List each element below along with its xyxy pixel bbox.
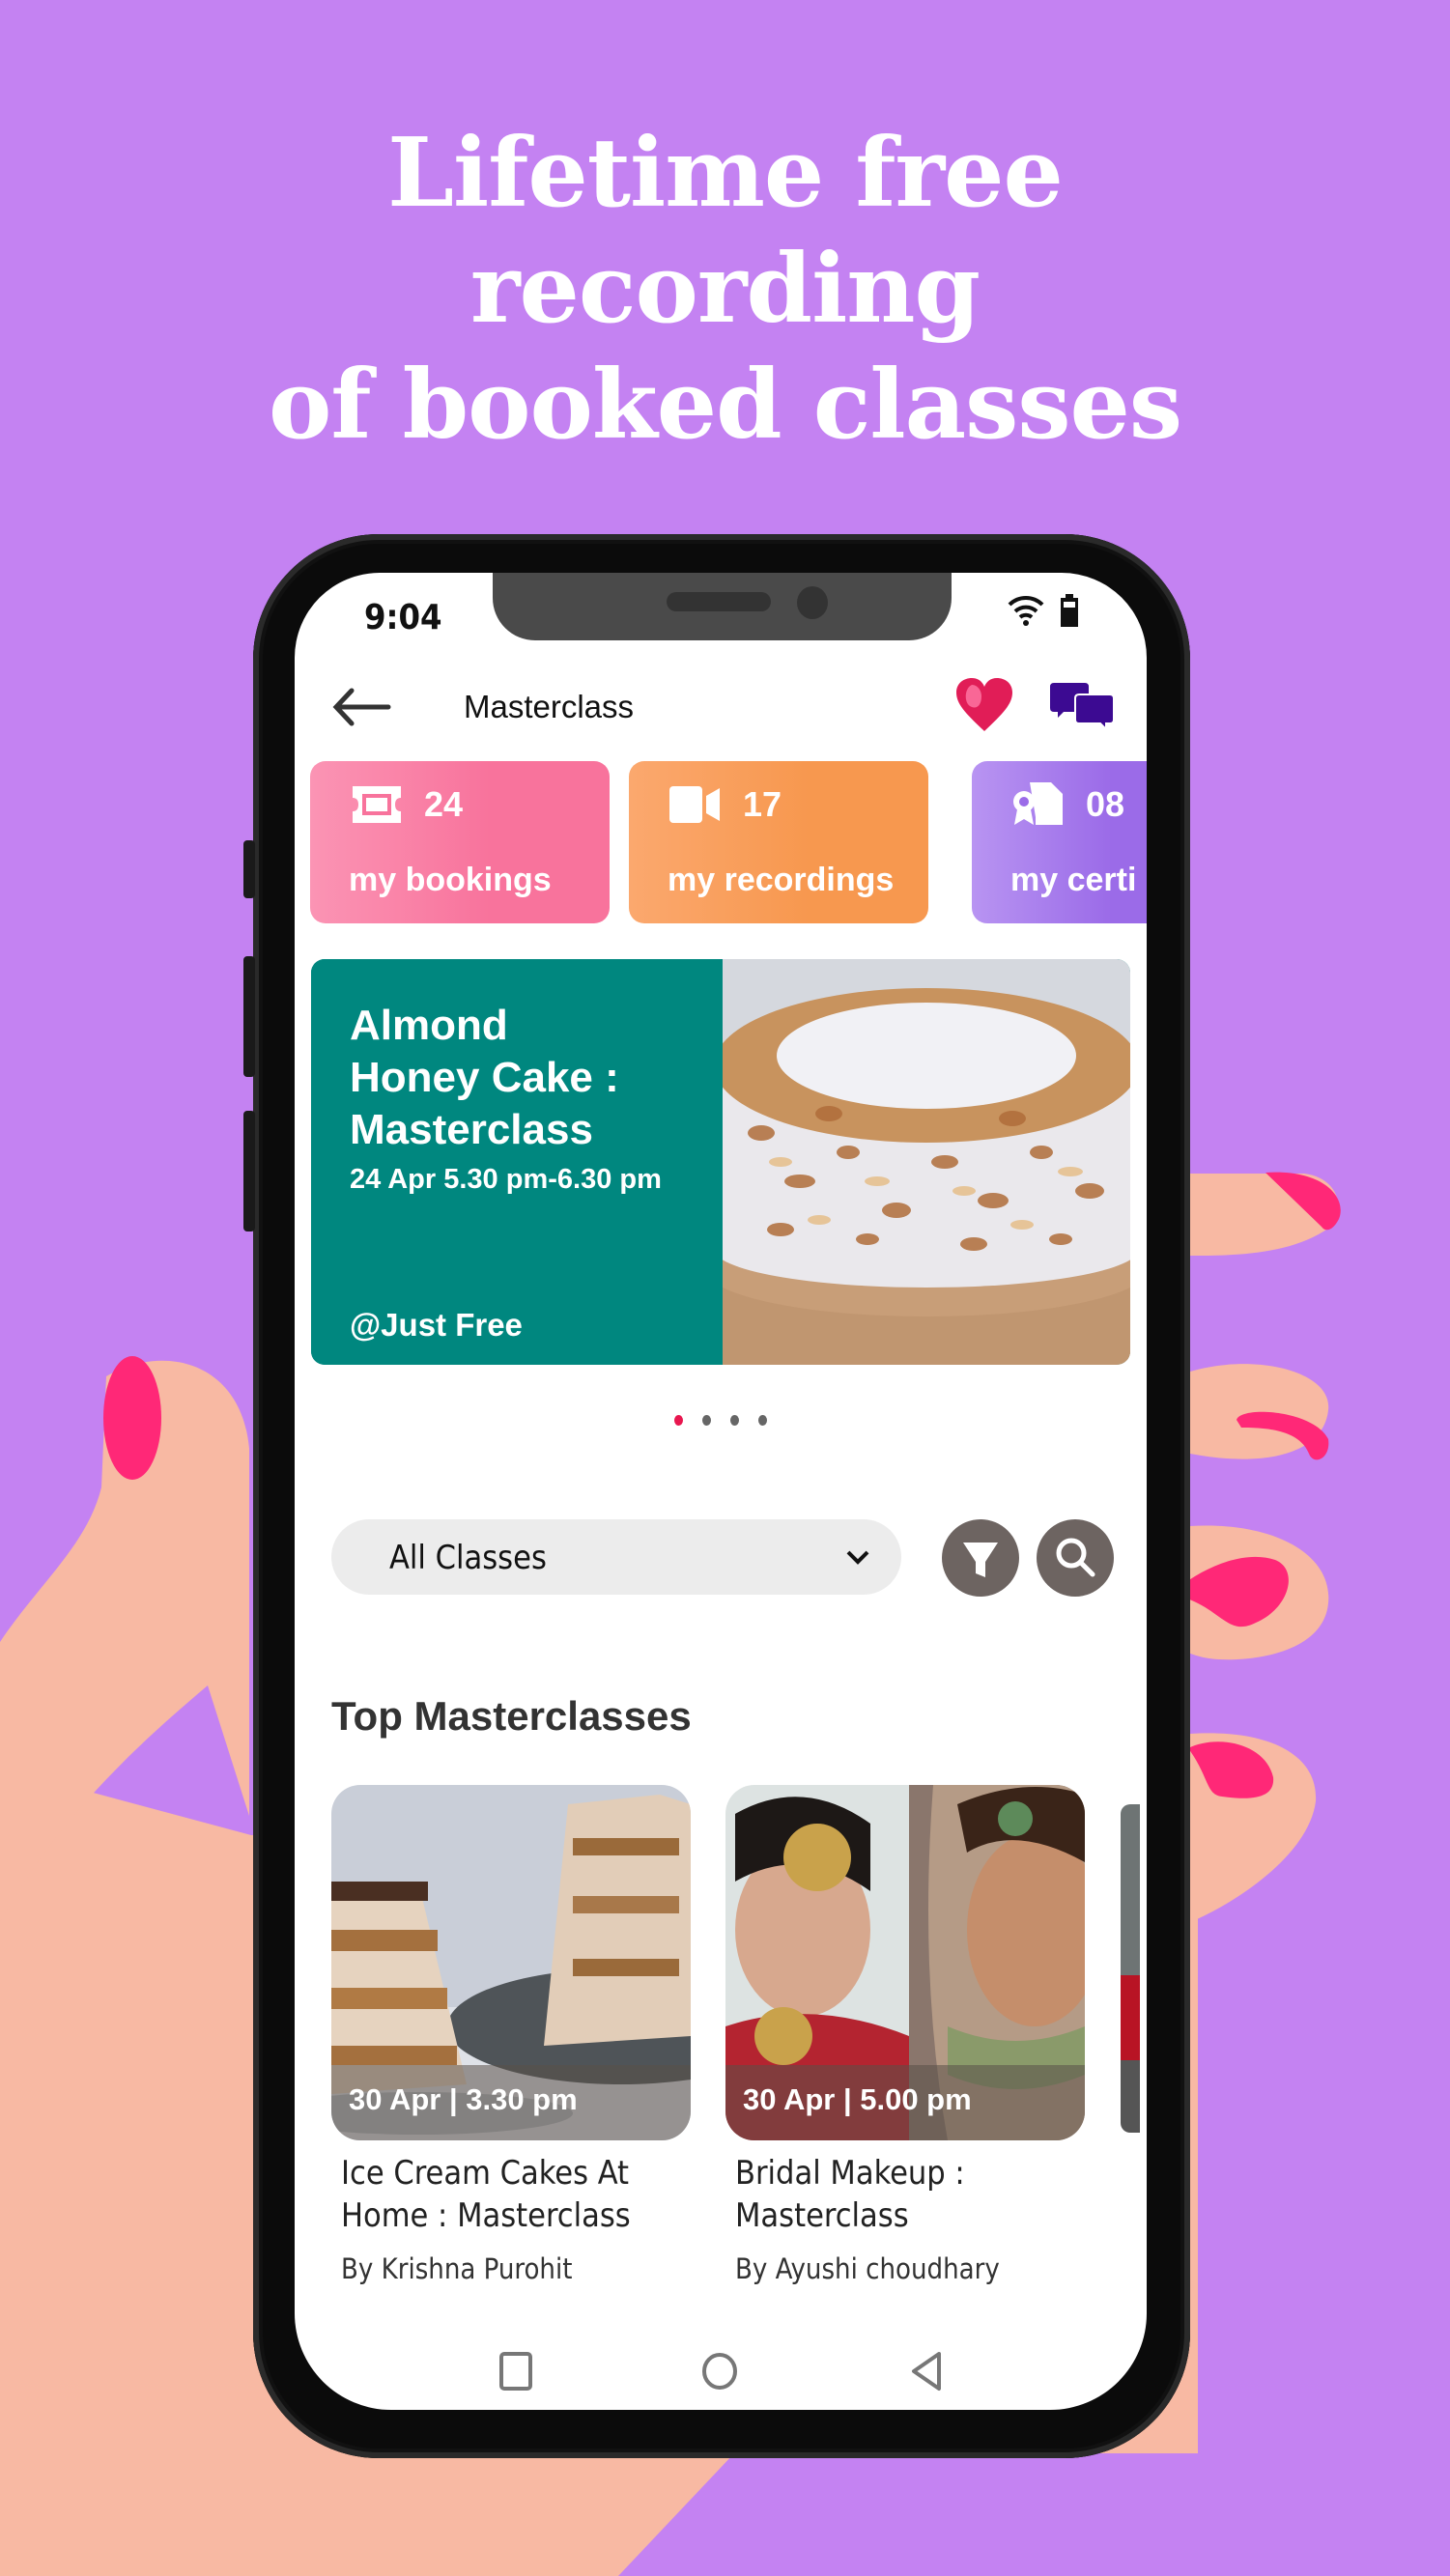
- card-title-line: Masterclass: [735, 2196, 909, 2235]
- masterclass-card[interactable]: 30 Apr | 3.30 pm Ice Cream Cakes At Home…: [331, 1785, 691, 2285]
- banner-title-line: Masterclass: [350, 1106, 593, 1153]
- section-title-top-masterclasses: Top Masterclasses: [331, 1693, 692, 1739]
- banner-price: @Just Free: [350, 1307, 523, 1343]
- app-bar: Masterclass: [295, 669, 1147, 747]
- stat-label: my certi: [1010, 862, 1137, 898]
- heart-icon[interactable]: [954, 677, 1014, 733]
- banner-title: Almond Honey Cake : Masterclass: [350, 1000, 619, 1156]
- banner-info: Almond Honey Cake : Masterclass 24 Apr 5…: [311, 959, 723, 1365]
- front-camera: [797, 586, 828, 619]
- card-date: 30 Apr | 5.00 pm: [725, 2065, 1085, 2140]
- card-image: 30 Apr | 3.30 pm: [331, 1785, 691, 2140]
- featured-banner[interactable]: Almond Honey Cake : Masterclass 24 Apr 5…: [311, 959, 1130, 1365]
- recents-icon[interactable]: [498, 2350, 536, 2392]
- card-title: Ice Cream Cakes At Home : Masterclass: [331, 2152, 691, 2237]
- arrow-left-icon[interactable]: [328, 683, 396, 731]
- stat-card-certificates[interactable]: 08 my certi: [972, 761, 1147, 923]
- system-nav-bar: [295, 2340, 1147, 2398]
- card-title-line: Bridal Makeup :: [735, 2154, 965, 2193]
- stat-count: 24: [424, 784, 464, 824]
- almond-cake-image: [723, 959, 1130, 1365]
- phone-notch: [493, 573, 952, 640]
- ticket-icon: [353, 786, 401, 823]
- wifi-icon: [1008, 595, 1044, 626]
- card-title: Bridal Makeup : Masterclass: [725, 2152, 1085, 2237]
- certificate-icon: [1013, 782, 1063, 825]
- filter-row: All Classes: [331, 1519, 1123, 1597]
- stat-label: my bookings: [349, 862, 552, 898]
- carousel-dots: [295, 1413, 1147, 1430]
- phone-side-button: [243, 840, 255, 898]
- card-author: By Krishna Purohit: [341, 2252, 573, 2285]
- filter-icon: [963, 1543, 998, 1577]
- carousel-dot[interactable]: [702, 1415, 711, 1426]
- dropdown-selected-value: All Classes: [389, 1539, 547, 1577]
- stat-card-bookings[interactable]: 24 my bookings: [310, 761, 610, 923]
- stat-count: 17: [743, 784, 782, 824]
- stat-card-recordings[interactable]: 17 my recordings: [629, 761, 928, 923]
- card-image: 30 Apr | 5.00 pm: [725, 1785, 1085, 2140]
- battery-icon: [1061, 594, 1078, 627]
- stat-count: 08: [1086, 784, 1125, 824]
- back-icon[interactable]: [908, 2350, 947, 2392]
- carousel-dot[interactable]: [758, 1415, 767, 1426]
- speaker-grill: [667, 592, 771, 611]
- banner-date: 24 Apr 5.30 pm-6.30 pm: [350, 1164, 662, 1195]
- phone-volume-down: [243, 1111, 255, 1231]
- page-title: Masterclass: [464, 689, 635, 724]
- phone-volume-up: [243, 956, 255, 1077]
- banner-title-line: Honey Cake :: [350, 1054, 619, 1101]
- class-type-dropdown[interactable]: All Classes: [331, 1519, 901, 1595]
- banner-title-line: Almond: [350, 1002, 508, 1049]
- card-title-line: Ice Cream Cakes At: [341, 2154, 630, 2193]
- masterclass-card[interactable]: 30 Apr | 5.00 pm Bridal Makeup : Masterc…: [725, 1785, 1085, 2285]
- status-icons: [1008, 594, 1079, 627]
- chat-icon[interactable]: [1050, 679, 1116, 733]
- search-button[interactable]: [1037, 1519, 1114, 1597]
- phone-screen: 9:04 Masterclass 24 my bookings 17 my re…: [295, 573, 1147, 2410]
- home-icon[interactable]: [700, 2350, 739, 2392]
- filter-button[interactable]: [942, 1519, 1019, 1597]
- status-time: 9:04: [364, 598, 442, 637]
- stats-row: 24 my bookings 17 my recordings 08 my ce…: [310, 761, 1147, 925]
- carousel-dot[interactable]: [730, 1415, 739, 1426]
- stat-label: my recordings: [668, 862, 895, 898]
- video-camera-icon: [669, 786, 720, 823]
- card-author: By Ayushi choudhary: [735, 2252, 1000, 2285]
- search-icon: [1056, 1538, 1095, 1577]
- chevron-down-icon: [846, 1550, 869, 1565]
- card-date: 30 Apr | 3.30 pm: [331, 2065, 691, 2140]
- card-title-line: Home : Masterclass: [341, 2196, 631, 2235]
- thumb-nail: [103, 1356, 161, 1480]
- carousel-dot-active[interactable]: [674, 1415, 683, 1426]
- masterclass-card-peek[interactable]: [1121, 1804, 1140, 2133]
